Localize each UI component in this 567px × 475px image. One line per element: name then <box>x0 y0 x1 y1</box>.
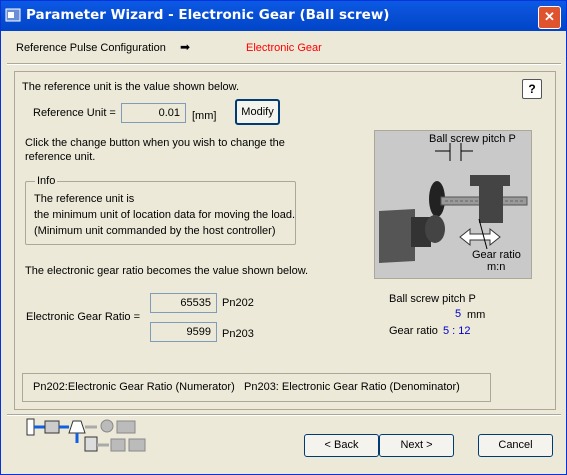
pitch-summary-value: 5 <box>455 308 462 320</box>
note-numerator: Pn202:Electronic Gear Ratio (Numerator) <box>33 381 235 393</box>
parameter-note-box: Pn202:Electronic Gear Ratio (Numerator) … <box>22 373 491 402</box>
divider <box>7 63 561 65</box>
close-button[interactable]: ✕ <box>538 6 561 29</box>
ball-screw-diagram: Ball screw pitch P Gear ratio m:n <box>374 130 532 279</box>
arrow-right-icon: ➡ <box>180 40 191 54</box>
breadcrumb-step-reference-pulse: Reference Pulse Configuration <box>16 42 166 54</box>
app-icon <box>5 8 21 22</box>
gear-numerator-field: 65535 <box>150 293 217 313</box>
next-button[interactable]: Next > <box>379 434 454 457</box>
gear-denominator-field: 9599 <box>150 322 217 342</box>
pitch-summary-title: Ball screw pitch P <box>389 293 476 305</box>
modify-button[interactable]: Modify <box>235 99 280 125</box>
reference-intro: The reference unit is the value shown be… <box>22 81 240 93</box>
change-instruction-line1: Click the change button when you wish to… <box>25 137 285 149</box>
info-line1: The reference unit is <box>34 193 135 205</box>
cancel-button[interactable]: Cancel <box>478 434 553 457</box>
info-legend: Info <box>35 175 58 187</box>
gear-intro: The electronic gear ratio becomes the va… <box>25 265 309 277</box>
info-line3: (Minimum unit commanded by the host cont… <box>34 225 276 237</box>
note-denominator: Pn203: Electronic Gear Ratio (Denominato… <box>244 381 460 393</box>
diagram-gear-label: Gear ratio <box>472 249 521 261</box>
ratio-summary-title: Gear ratio <box>389 325 438 337</box>
reference-unit-suffix: [mm] <box>192 110 217 122</box>
breadcrumb-step-electronic-gear: Electronic Gear <box>246 42 322 54</box>
change-instruction-line2: reference unit. <box>25 151 96 163</box>
ratio-summary-value: 5 : 12 <box>443 325 471 337</box>
window-title: Parameter Wizard - Electronic Gear (Ball… <box>26 7 390 23</box>
gear-numerator-param: Pn202 <box>222 297 254 309</box>
info-group: Info The reference unit is the minimum u… <box>25 175 296 245</box>
reference-unit-label: Reference Unit = <box>33 107 116 119</box>
reference-unit-field: 0.01 <box>121 103 186 123</box>
title-bar: Parameter Wizard - Electronic Gear (Ball… <box>1 1 566 31</box>
pitch-summary-unit: mm <box>467 309 486 321</box>
info-line2: the minimum unit of location data for mo… <box>34 209 296 221</box>
footer-divider <box>7 414 561 416</box>
wizard-progress-icon <box>26 418 146 452</box>
close-icon: ✕ <box>544 9 555 24</box>
diagram-gear-ratio-label: m:n <box>487 261 506 273</box>
gear-denominator-param: Pn203 <box>222 328 254 340</box>
diagram-pitch-label: Ball screw pitch P <box>429 133 516 145</box>
gear-ratio-label: Electronic Gear Ratio = <box>26 311 141 323</box>
back-button[interactable]: < Back <box>304 434 379 457</box>
wizard-window: Parameter Wizard - Electronic Gear (Ball… <box>0 0 567 475</box>
help-icon[interactable]: ? <box>522 79 542 99</box>
